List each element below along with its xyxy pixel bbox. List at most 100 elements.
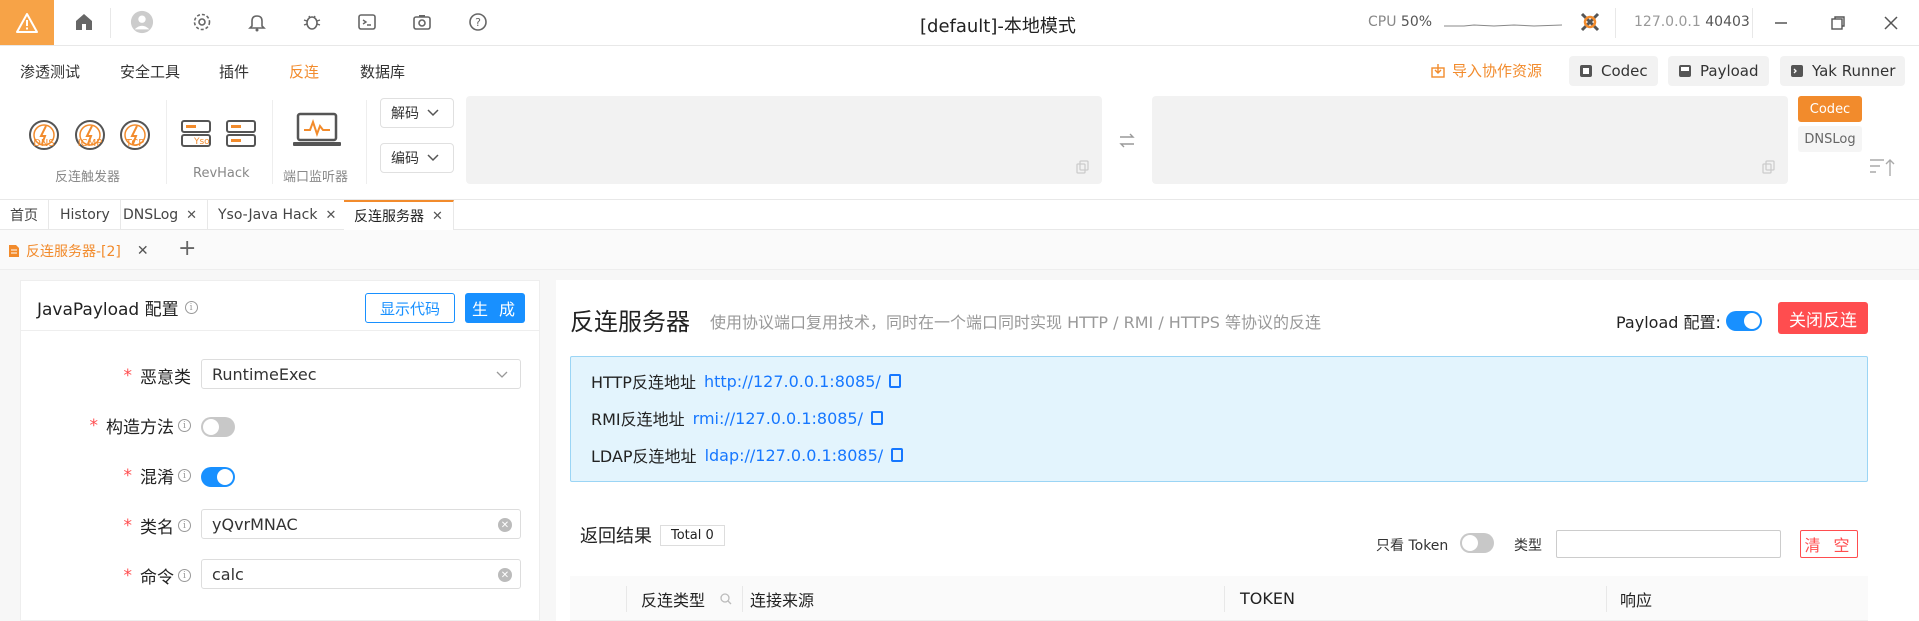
address-label: HTTP反连地址 xyxy=(591,373,696,392)
close-icon[interactable] xyxy=(1876,8,1906,38)
address-label: RMI反连地址 xyxy=(591,410,685,429)
bug-icon[interactable] xyxy=(300,10,324,34)
import-resources-link[interactable]: 导入协作资源 xyxy=(1430,60,1542,81)
menu-item-pentest[interactable]: 渗透测试 xyxy=(20,61,80,82)
tab-reverse-server[interactable]: 反连服务器 ✕ xyxy=(344,200,454,230)
menu-item-plugins[interactable]: 插件 xyxy=(219,61,249,82)
warning-icon[interactable] xyxy=(0,0,54,45)
menu-item-reverse[interactable]: 反连 xyxy=(289,61,319,82)
payload-config-label: Payload 配置: xyxy=(1616,313,1721,332)
copy-icon[interactable] xyxy=(1076,160,1090,174)
copy-icon[interactable] xyxy=(888,374,901,388)
side-tab-codec[interactable]: Codec xyxy=(1798,96,1862,122)
close-icon[interactable]: ✕ xyxy=(137,243,149,259)
tab-home[interactable]: 首页 xyxy=(0,200,49,230)
column-divider xyxy=(1224,586,1225,612)
collapse-toolbar-icon[interactable] xyxy=(1868,156,1896,178)
malicious-class-label: * 恶意类 xyxy=(21,363,192,389)
gear-icon[interactable] xyxy=(190,10,214,34)
http-address-link[interactable]: http://127.0.0.1:8085/ xyxy=(704,372,881,391)
swap-icon[interactable] xyxy=(1118,132,1136,150)
codec-button[interactable]: Codec xyxy=(1569,56,1658,86)
revhack-group-label: RevHack xyxy=(193,166,250,181)
payload-config-toggle[interactable] xyxy=(1726,311,1762,331)
clear-icon[interactable]: ✕ xyxy=(498,518,512,532)
tab-label: 首页 xyxy=(10,208,38,224)
divider xyxy=(166,100,167,184)
menu-bar: 渗透测试 安全工具 插件 反连 数据库 导入协作资源 Codec Payload… xyxy=(0,46,1919,90)
help-icon[interactable]: ? xyxy=(466,10,490,34)
side-tab-dnslog[interactable]: DNSLog xyxy=(1798,126,1862,152)
column-header-token[interactable]: TOKEN xyxy=(1226,576,1526,621)
app-title: [default]-本地模式 xyxy=(920,16,1076,37)
results-label: 返回结果 xyxy=(580,526,652,547)
column-header-source[interactable]: 连接来源 xyxy=(736,576,1096,621)
menu-item-database[interactable]: 数据库 xyxy=(360,61,405,82)
copy-icon[interactable] xyxy=(891,448,904,462)
bell-icon[interactable] xyxy=(245,10,269,34)
codec-output-area[interactable] xyxy=(1152,96,1788,184)
subtab-reverse-server-2[interactable]: 反连服务器-[2] ✕ xyxy=(8,238,149,264)
payload-button[interactable]: Payload xyxy=(1668,56,1769,86)
port-listener-icon[interactable] xyxy=(292,112,342,152)
obfuscate-toggle[interactable] xyxy=(201,467,235,487)
minimize-icon[interactable] xyxy=(1766,8,1796,38)
search-icon[interactable] xyxy=(720,593,732,605)
info-icon[interactable]: i xyxy=(184,301,198,314)
panel-header: JavaPayload 配置 i 显示代码 生 成 xyxy=(21,281,539,331)
info-icon[interactable]: i xyxy=(178,469,191,482)
close-icon[interactable]: ✕ xyxy=(186,208,197,223)
command-input[interactable]: calc ✕ xyxy=(201,559,521,589)
menu-item-security-tools[interactable]: 安全工具 xyxy=(120,61,180,82)
column-header-response[interactable]: 响应 xyxy=(1606,576,1806,621)
camera-icon[interactable] xyxy=(410,10,434,34)
payload-button-label: Payload xyxy=(1700,62,1759,80)
type-filter-input[interactable] xyxy=(1556,530,1781,558)
trigger-group-label: 反连触发器 xyxy=(55,170,121,185)
clear-icon[interactable]: ✕ xyxy=(498,568,512,582)
terminal-icon[interactable] xyxy=(355,10,379,34)
show-code-button[interactable]: 显示代码 xyxy=(365,293,455,323)
command-label: * 命令 i xyxy=(21,563,191,588)
subtab-label: 反连服务器-[2] xyxy=(26,244,121,260)
engine-address: 127.0.0.1 40403 xyxy=(1634,14,1750,30)
clear-results-button[interactable]: 清 空 xyxy=(1800,530,1858,558)
tab-history[interactable]: History xyxy=(50,200,121,230)
total-badge: Total 0 xyxy=(660,524,725,546)
codec-input-area[interactable] xyxy=(466,96,1102,184)
encode-dropdown[interactable]: 编码 xyxy=(380,143,454,173)
field-label: 恶意类 xyxy=(140,368,191,388)
yso-label: Yso xyxy=(194,137,210,147)
field-label: 构造方法 xyxy=(106,418,174,438)
close-icon[interactable]: ✕ xyxy=(325,208,336,223)
copy-icon[interactable] xyxy=(871,411,883,425)
decode-dropdown[interactable]: 解码 xyxy=(380,98,454,128)
ldap-address-link[interactable]: ldap://127.0.0.1:8085/ xyxy=(705,446,884,465)
constructor-toggle[interactable] xyxy=(201,417,235,437)
user-avatar-icon[interactable] xyxy=(130,10,154,34)
close-reverse-button[interactable]: 关闭反连 xyxy=(1778,302,1868,334)
home-icon[interactable] xyxy=(72,10,96,34)
yak-logo-icon[interactable] xyxy=(1578,10,1602,34)
close-icon[interactable]: ✕ xyxy=(432,209,443,224)
info-icon[interactable]: i xyxy=(178,419,191,432)
copy-icon[interactable] xyxy=(1762,160,1776,174)
only-token-toggle[interactable] xyxy=(1460,533,1494,553)
info-icon[interactable]: i xyxy=(178,519,191,532)
classname-input[interactable]: yQvrMNAC ✕ xyxy=(201,509,521,539)
tab-yso-java-hack[interactable]: Yso-Java Hack ✕ xyxy=(208,200,348,230)
malicious-class-select[interactable]: RuntimeExec xyxy=(201,359,521,389)
panel-title-text: JavaPayload 配置 xyxy=(37,300,179,320)
rmi-address-link[interactable]: rmi://127.0.0.1:8085/ xyxy=(693,409,863,428)
yak-runner-button[interactable]: Yak Runner xyxy=(1780,56,1906,86)
panel-title: JavaPayload 配置 i xyxy=(37,295,198,320)
restore-icon[interactable] xyxy=(1823,8,1853,38)
http-address-row: HTTP反连地址 http://127.0.0.1:8085/ xyxy=(591,369,901,393)
sub-tab-bar: 反连服务器-[2] ✕ + xyxy=(0,230,1919,270)
server-icon[interactable] xyxy=(225,118,257,150)
tab-dnslog[interactable]: DNSLog ✕ xyxy=(113,200,209,230)
java-payload-config-panel: JavaPayload 配置 i 显示代码 生 成 * 恶意类 RuntimeExe… xyxy=(20,280,540,621)
add-tab-icon[interactable]: + xyxy=(178,236,196,261)
generate-button[interactable]: 生 成 xyxy=(465,293,525,323)
info-icon[interactable]: i xyxy=(178,569,191,582)
